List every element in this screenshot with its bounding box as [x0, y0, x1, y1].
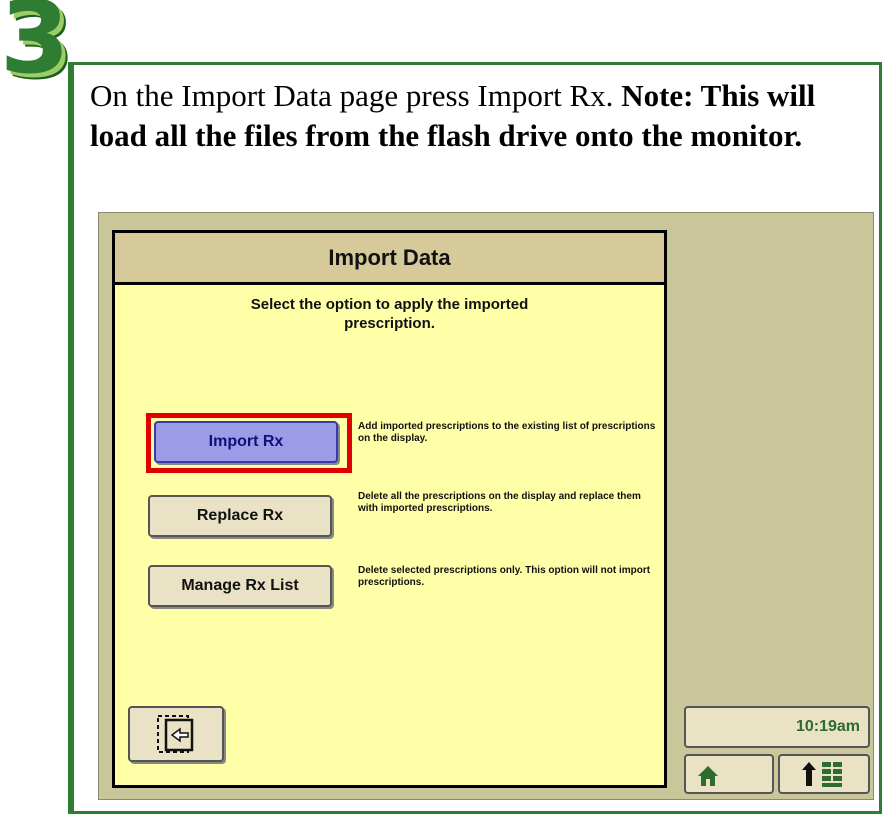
- highlight-box: [146, 413, 352, 473]
- clock-display: 10:19am: [684, 706, 870, 748]
- exit-icon: [157, 715, 194, 753]
- menu-icon: [802, 762, 842, 787]
- menu-button[interactable]: [778, 754, 870, 794]
- manage-rx-list-description: Delete selected prescriptions only. This…: [358, 565, 651, 588]
- instruction-text: On the Import Data page press Import Rx.…: [90, 76, 870, 156]
- panel-title: Import Data: [115, 233, 664, 285]
- replace-rx-description: Delete all the prescriptions on the disp…: [358, 491, 641, 514]
- panel-subtitle: Select the option to apply the imported …: [250, 296, 529, 332]
- back-button[interactable]: [128, 706, 224, 762]
- replace-rx-button[interactable]: Replace Rx: [148, 495, 332, 537]
- step-number: 3: [0, 0, 70, 96]
- home-button[interactable]: [684, 754, 774, 794]
- instruction-main: On the Import Data page press Import Rx.: [90, 78, 622, 113]
- import-rx-description: Add imported prescriptions to the existi…: [358, 421, 656, 444]
- manage-rx-list-button[interactable]: Manage Rx List: [148, 565, 332, 607]
- home-icon: [698, 766, 718, 786]
